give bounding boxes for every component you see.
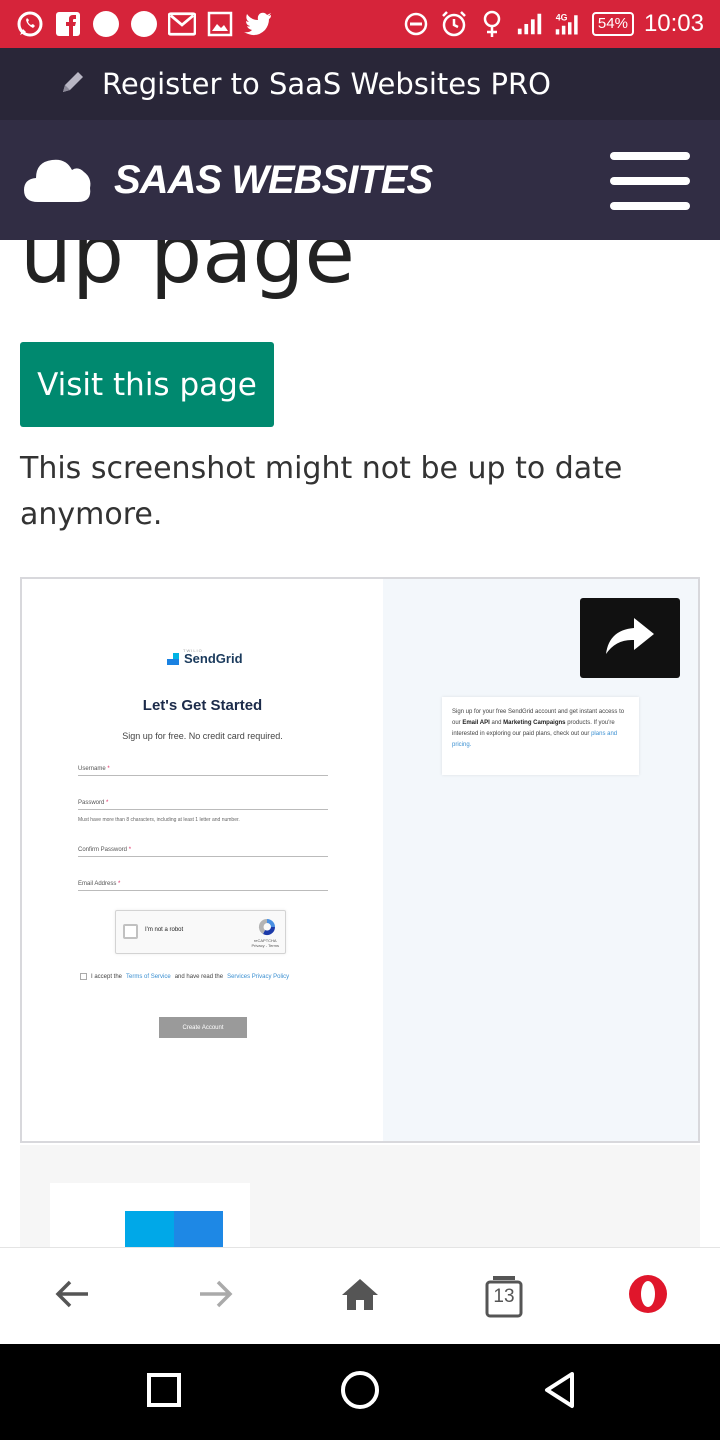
terms-row: I accept the Terms of Service and have r… [80,973,289,980]
gmail-icon [168,10,196,38]
recaptcha-icon [257,917,277,937]
signup-heading: Let's Get Started [142,697,263,714]
tabs-button[interactable]: 13 [480,1272,528,1320]
do-not-disturb-icon [402,10,430,38]
tabs-count: 13 [493,1286,515,1307]
recent-apps-button[interactable] [140,1368,188,1416]
outdated-note: This screenshot might not be up to date … [20,451,623,532]
promo-link[interactable]: Register to SaaS Websites PRO [102,67,551,101]
site-logo-text: SAAS WEBSITES [114,157,433,202]
forward-arrow-icon [198,1279,234,1313]
share-arrow-icon [604,614,656,662]
forward-button[interactable] [192,1272,240,1320]
circle-icon [92,10,120,38]
cloud-icon [22,152,94,208]
next-listing-card[interactable] [50,1183,250,1248]
next-listing-logo [125,1211,223,1248]
notification-icons [0,10,272,38]
signal-icon [516,10,544,38]
captcha-checkbox [123,924,138,939]
screenshot-signup-panel: TWILIO SendGrid Let's Get Started Sign u… [22,579,383,1141]
info-card: Sign up for your free SendGrid account a… [442,697,639,775]
battery-indicator: 54% [591,12,634,36]
recaptcha-widget: I'm not a robot reCAPTCHA Privacy - Terms [115,910,286,954]
share-button[interactable] [580,598,680,678]
triangle-back-icon [542,1371,578,1413]
alarm-icon [440,10,468,38]
site-header: SAAS WEBSITES [0,120,720,240]
password-field: Password * [78,800,328,810]
pencil-icon [60,69,86,99]
female-icon [478,10,506,38]
site-logo[interactable]: SAAS WEBSITES [0,152,433,208]
sendgrid-logo: SendGrid [167,651,243,666]
system-nav-bar [0,1344,720,1440]
back-nav-button[interactable] [536,1368,584,1416]
square-icon [146,1372,182,1412]
username-field: Username * [78,766,328,776]
captcha-brand: reCAPTCHA Privacy - Terms [251,938,279,948]
main-content: up page Visit this page This screenshot … [0,240,720,1248]
whatsapp-icon [16,10,44,38]
home-icon [341,1277,379,1315]
signup-subheading: Sign up for free. No credit card require… [122,731,283,741]
back-arrow-icon [54,1279,90,1313]
browser-toolbar: 13 [0,1247,720,1344]
visit-page-button[interactable]: Visit this page [20,342,274,427]
system-status: 4G 54% 10:03 [402,0,704,48]
sendgrid-mark-icon [167,652,181,665]
email-field: Email Address * [78,881,328,891]
circle-home-icon [339,1369,381,1415]
website-screenshot: TWILIO SendGrid Let's Get Started Sign u… [20,577,700,1143]
hamburger-icon[interactable] [610,152,690,210]
gallery-icon [206,10,234,38]
svg-text:4G: 4G [556,13,568,23]
confirm-password-field: Confirm Password * [78,847,328,857]
signal-4g-icon: 4G [554,10,582,38]
terms-checkbox [80,973,87,980]
next-listing [20,1145,700,1248]
clock: 10:03 [643,10,704,37]
sendgrid-name: SendGrid [184,651,243,666]
twitter-icon [244,10,272,38]
create-account-button: Create Account [159,1017,247,1038]
captcha-label: I'm not a robot [145,927,184,933]
status-bar: 4G 54% 10:03 [0,0,720,48]
back-button[interactable] [48,1272,96,1320]
password-hint: Must have more than 8 characters, includ… [78,817,240,823]
home-button[interactable] [336,1272,384,1320]
circle-icon [130,10,158,38]
opera-icon [628,1274,668,1318]
opera-menu-button[interactable] [624,1272,672,1320]
promo-bar[interactable]: Register to SaaS Websites PRO [0,48,720,120]
home-nav-button[interactable] [336,1368,384,1416]
page-title: up page [20,240,355,302]
facebook-icon [54,10,82,38]
